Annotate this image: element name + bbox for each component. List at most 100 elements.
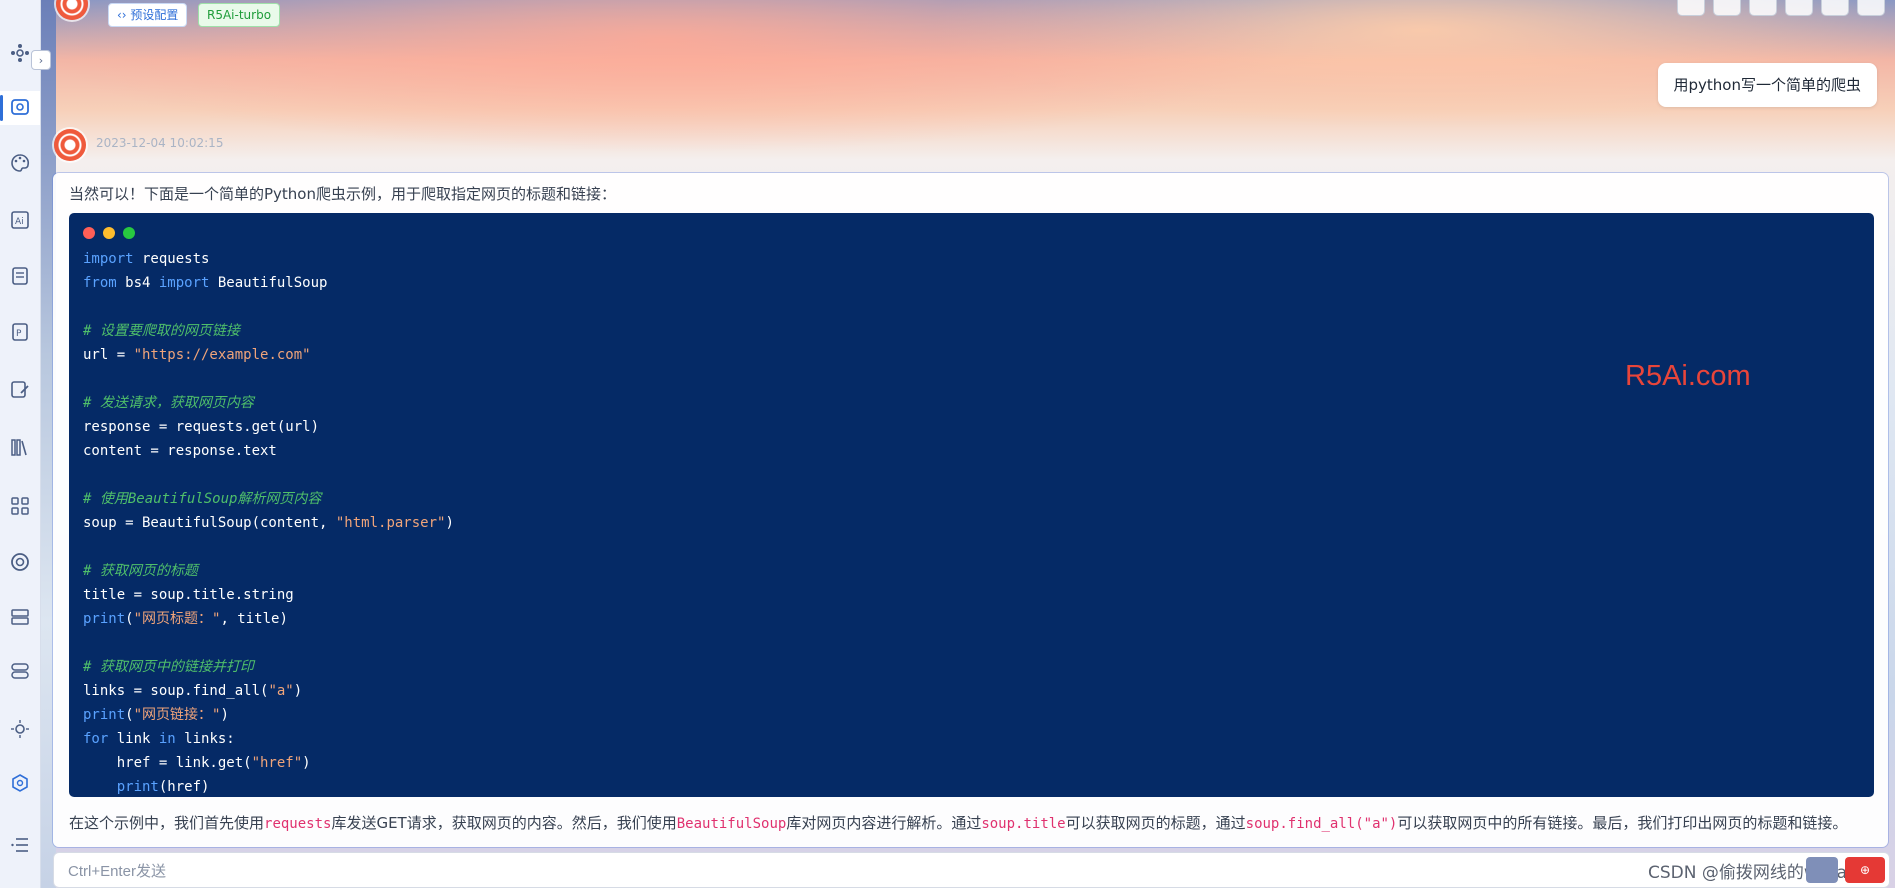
code-line: # 发送请求，获取网页内容 [83,391,454,415]
code-token: # 获取网页中的链接并打印 [83,659,254,675]
code-token: # 设置要爬取的网页链接 [83,323,240,339]
preset-config-button[interactable]: ‹› 预设配置 [108,3,188,27]
code-token: "网页标题：" [133,611,221,627]
inline-code: soup.title [981,816,1066,832]
code-token: "html.parser" [335,515,446,531]
ai-icon[interactable]: Ai [0,203,40,237]
assistant-avatar [54,129,86,161]
menu-icon[interactable] [0,828,40,862]
code-token: "href" [251,755,303,771]
code-token: ) [293,683,303,699]
code-token: links = soup.find_all( [83,683,269,699]
code-token: ) [302,755,311,771]
code-line: for link in links: [83,727,454,751]
toggle-icon[interactable] [0,654,40,688]
code-line: import requests [83,247,454,271]
copy-icon[interactable] [1713,0,1741,16]
code-block: import requests from bs4 import Beautiful… [69,213,1874,797]
code-token: requests [133,251,210,267]
code-token: link [108,731,159,747]
code-token: print [83,611,126,627]
code-token: print [83,707,126,723]
model-badge[interactable]: R5Ai-turbo [198,3,281,27]
code-token: title = soup.title.string [83,587,294,603]
svg-text:P: P [16,329,22,339]
library-icon[interactable] [0,430,40,464]
code-line: links = soup.find_all("a") [83,679,454,703]
palette-icon[interactable] [0,146,40,180]
code-token: , title) [220,611,288,627]
code-line: url = "https://example.com" [83,343,454,367]
answer-text: 可以获取网页的标题，通过 [1065,814,1246,832]
sun-icon[interactable] [0,712,40,746]
answer-text: 在这个示例中，我们首先使用 [69,814,265,832]
code-token: soup = BeautifulSoup(content, [83,515,336,531]
code-line: # 设置要爬取的网页链接 [83,319,454,343]
chat-icon[interactable] [0,91,40,125]
code-line: print(href) [83,775,454,799]
download-icon[interactable] [1821,0,1849,16]
code-token: response = requests.get(url) [83,419,320,435]
refresh-icon[interactable] [1749,0,1777,16]
document-icon[interactable] [0,259,40,293]
code-token: import [158,275,210,291]
code-line: content = response.text [83,439,454,463]
code-line: # 获取网页中的链接并打印 [83,655,454,679]
code-token: ( [125,611,134,627]
maximize-dot [123,227,135,239]
hexagon-icon[interactable] [0,766,40,800]
add-icon[interactable] [1677,0,1705,16]
chat-input[interactable] [66,859,1570,883]
close-dot [83,227,95,239]
code-token: from [83,275,117,291]
inline-code: requests [264,816,332,832]
collapse-sidebar-button[interactable]: › [31,50,51,70]
inline-code: BeautifulSoup [676,816,787,832]
code-token: "a" [268,683,294,699]
openai-icon[interactable] [0,545,40,579]
code-token: "网页链接：" [133,707,221,723]
code-line: print("网页标题：", title) [83,607,454,631]
code-token: url = [83,347,134,363]
site-watermark: R5Ai.com [1625,360,1751,392]
code-line: title = soup.title.string [83,583,454,607]
attach-button[interactable] [1806,857,1838,883]
code-token: # 使用BeautifulSoup解析网页内容 [83,491,322,507]
code-token: print [116,779,159,795]
answer-text: 可以获取网页中的所有链接。最后，我们打印出网页的标题和链接。 [1397,814,1848,832]
code-token: "https://example.com" [133,347,311,363]
code-content: import requests from bs4 import Beautiful… [83,247,454,799]
notification-icon[interactable] [1785,0,1813,16]
code-token: links: [175,731,235,747]
answer-intro: 当然可以！下面是一个简单的Python爬虫示例，用于爬取指定网页的标题和链接： [69,185,616,203]
answer-text: 库对网页内容进行解析。通过 [786,814,982,832]
code-token: # 发送请求，获取网页内容 [83,395,254,411]
apps-icon[interactable] [0,489,40,523]
code-token: bs4 [116,275,159,291]
settings-icon[interactable] [1857,0,1885,16]
code-line: print("网页链接：") [83,703,454,727]
chat-input-bar [53,852,1890,888]
code-line: soup = BeautifulSoup(content, "html.pars… [83,511,454,535]
answer-outro: 在这个示例中，我们首先使用requests库发送GET请求，获取网页的内容。然后… [69,811,1879,836]
sidebar: Ai P [0,0,41,888]
code-token: in [158,731,176,747]
ppt-icon[interactable]: P [0,315,40,349]
code-line: href = link.get("href") [83,751,454,775]
code-line: from bs4 import BeautifulSoup [83,271,454,295]
user-message: 用python写一个简单的爬虫 [1657,63,1877,107]
code-token: content = response.text [83,443,277,459]
assistant-message: 当然可以！下面是一个简单的Python爬虫示例，用于爬取指定网页的标题和链接： … [53,173,1888,847]
code-token: for [83,731,109,747]
server-icon[interactable] [0,600,40,634]
code-token: BeautifulSoup [209,275,328,291]
send-button[interactable]: ⊕ [1845,857,1885,883]
edit-icon[interactable] [0,372,40,406]
code-line: # 获取网页的标题 [83,559,454,583]
